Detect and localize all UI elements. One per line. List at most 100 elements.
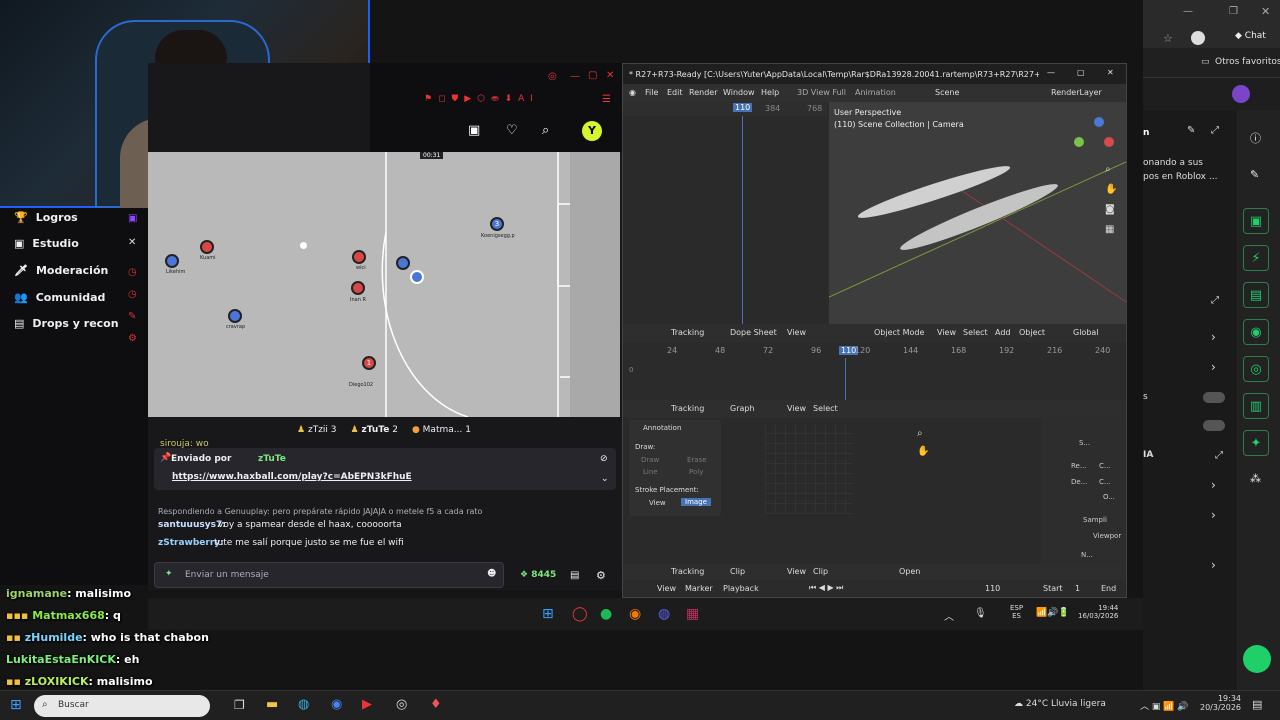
gear-icon[interactable]: ⚙ xyxy=(596,569,606,582)
chevron-down-icon[interactable]: ⌄ xyxy=(601,474,609,484)
profile-icon[interactable] xyxy=(1191,31,1205,45)
sidebar-item-moderacion[interactable]: 🗡 Moderación xyxy=(14,264,108,277)
annotation-title[interactable]: Annotation xyxy=(643,424,681,432)
minimize-icon[interactable]: — xyxy=(570,71,580,82)
inner-clock[interactable]: 19:44 16/03/2026 xyxy=(1078,604,1118,620)
close-icon[interactable]: ✕ xyxy=(1107,68,1114,77)
mic-icon[interactable]: 🎙 xyxy=(974,608,987,619)
start-value[interactable]: 1 xyxy=(1075,584,1080,593)
marker-menu[interactable]: Marker xyxy=(685,584,713,593)
chevron-right-icon[interactable]: › xyxy=(1211,330,1216,344)
edge-icon[interactable]: ◍ xyxy=(298,697,309,712)
prop-o[interactable]: O... xyxy=(1103,493,1115,501)
tool-button-3[interactable]: ▤ xyxy=(1243,282,1269,308)
draw-button[interactable]: Draw xyxy=(641,456,659,464)
hand-icon[interactable]: ✋ xyxy=(1105,184,1117,195)
x-icon[interactable]: ✕ xyxy=(128,237,136,248)
tool-button-4[interactable]: ◉ xyxy=(1243,319,1269,345)
chat-input[interactable]: ✦ Enviar un mensaje ☻ xyxy=(154,562,504,588)
tool-button-5[interactable]: ◎ xyxy=(1243,356,1269,382)
brush-icon[interactable]: ✎ xyxy=(128,311,136,322)
line-button[interactable]: Line xyxy=(643,468,658,476)
pencil-icon[interactable]: ✎ xyxy=(1250,168,1259,181)
sidebar-item-estudio[interactable]: ▣ Estudio xyxy=(14,237,79,250)
radio-button[interactable] xyxy=(1243,645,1271,673)
opera-icon[interactable]: ◯ xyxy=(572,606,588,622)
menu-icon[interactable]: ☰ xyxy=(602,94,611,105)
avatar[interactable] xyxy=(1232,85,1250,103)
current-frame-marker[interactable]: 110 xyxy=(733,103,753,112)
toggle-switch[interactable] xyxy=(1203,392,1225,403)
chat-username[interactable]: santuuusys7: xyxy=(158,520,226,530)
tool-button-1[interactable]: ▣ xyxy=(1243,208,1269,234)
media-player-icon[interactable]: ▶ xyxy=(362,697,372,712)
info-icon[interactable]: ⓘ xyxy=(1250,130,1261,146)
dope-sheet-mode[interactable]: Dope Sheet xyxy=(730,328,777,337)
wifi-volume-battery-icons[interactable]: 📶🔊🔋 xyxy=(1036,608,1070,618)
chevron-right-icon[interactable]: › xyxy=(1211,360,1216,374)
chevron-right-icon[interactable]: › xyxy=(1211,558,1216,572)
select-menu[interactable]: Select xyxy=(963,328,988,337)
clock[interactable]: 19:34 20/3/2026 xyxy=(1200,694,1241,712)
view-menu[interactable]: View xyxy=(657,584,676,593)
emote-icon[interactable]: ☻ xyxy=(487,569,496,579)
menu-help[interactable]: Help xyxy=(761,88,779,97)
dope-sheet-editor[interactable]: 110 384 768 xyxy=(623,102,827,324)
menu-edit[interactable]: Edit xyxy=(667,88,683,97)
store-icon[interactable]: ▤ xyxy=(570,570,579,581)
popout-icon[interactable]: ⤢ xyxy=(1211,125,1219,136)
transform-orientation-dropdown[interactable]: Global xyxy=(1073,328,1099,337)
view-menu[interactable]: View xyxy=(787,567,806,576)
viewport-section[interactable]: Viewpor xyxy=(1093,532,1121,540)
view-option[interactable]: View xyxy=(649,499,666,507)
current-frame-field[interactable]: 110 xyxy=(985,584,1000,593)
sidebar-item-drops[interactable]: ▤ Drops y recon xyxy=(14,317,119,330)
pinned-link[interactable]: https://www.haxball.com/play?c=AbEPN3kFh… xyxy=(172,472,412,482)
hand-icon[interactable]: ✋ xyxy=(917,446,929,457)
restore-icon[interactable]: ▢ xyxy=(588,70,597,81)
discord-icon[interactable]: ◍ xyxy=(658,606,670,622)
workspace-tab[interactable]: Animation xyxy=(855,88,896,97)
pin-app-icon[interactable]: ♦ xyxy=(430,697,442,712)
tracking-dropdown[interactable]: Tracking xyxy=(671,404,704,413)
close-icon[interactable]: ✕ xyxy=(606,70,614,81)
copilot-chat-button[interactable]: ◆ Chat xyxy=(1235,31,1266,41)
twitch-icon[interactable]: ▣ xyxy=(128,213,137,224)
scene-selector[interactable]: Scene xyxy=(935,88,959,97)
search-icon[interactable]: ⌕ xyxy=(542,123,549,138)
view-menu[interactable]: View xyxy=(937,328,956,337)
tool-button-7[interactable]: ✦ xyxy=(1243,430,1269,456)
grid-icon[interactable]: ▦ xyxy=(1105,224,1114,235)
browser-restore-icon[interactable]: ❐ xyxy=(1229,6,1238,17)
maximize-icon[interactable]: ▢ xyxy=(1077,68,1085,77)
popout-icon-3[interactable]: ⤢ xyxy=(1215,450,1223,461)
heart-icon[interactable]: ♡ xyxy=(506,123,518,138)
render-layer-selector[interactable]: RenderLayer xyxy=(1051,88,1102,97)
image-option[interactable]: Image xyxy=(681,498,711,506)
object-menu[interactable]: Object xyxy=(1019,328,1045,337)
object-mode-dropdown[interactable]: Object Mode xyxy=(874,328,924,337)
chrome-icon[interactable]: ◉ xyxy=(331,697,342,712)
open-button[interactable]: Open xyxy=(899,567,920,576)
browser-minimize-icon[interactable]: — xyxy=(1183,6,1193,17)
notification-icon[interactable]: ▤ xyxy=(1252,698,1262,711)
edit-icon[interactable]: ✎ xyxy=(1187,125,1195,136)
clock-icon[interactable]: ◷ xyxy=(128,267,137,278)
poly-button[interactable]: Poly xyxy=(689,468,703,476)
graph-mode[interactable]: Graph xyxy=(730,404,755,413)
tray-chevron-icon[interactable]: ︿ xyxy=(944,608,954,623)
start-icon[interactable]: ⊞ xyxy=(542,606,554,622)
obs-icon[interactable]: ◎ xyxy=(396,697,407,712)
3d-viewport[interactable]: User Perspective (110) Scene Collection … xyxy=(829,102,1126,324)
workspace-tab[interactable]: 3D View Full xyxy=(797,88,846,97)
select-menu[interactable]: Select xyxy=(813,404,838,413)
language-indicator[interactable]: ESP ES xyxy=(1010,604,1023,620)
tracking-dropdown[interactable]: Tracking xyxy=(671,567,704,576)
clip-mode[interactable]: Clip xyxy=(730,567,745,576)
sidebar-item-comunidad[interactable]: 👥 Comunidad xyxy=(14,291,105,304)
channel-points[interactable]: ❖ 8445 xyxy=(520,570,556,580)
store-icon[interactable]: ▣ xyxy=(468,123,480,138)
camera-icon[interactable]: ◙ xyxy=(1105,204,1115,215)
menu-render[interactable]: Render xyxy=(689,88,717,97)
play-controls[interactable]: ⏮ ◀ ▶ ⏭ xyxy=(809,583,843,593)
